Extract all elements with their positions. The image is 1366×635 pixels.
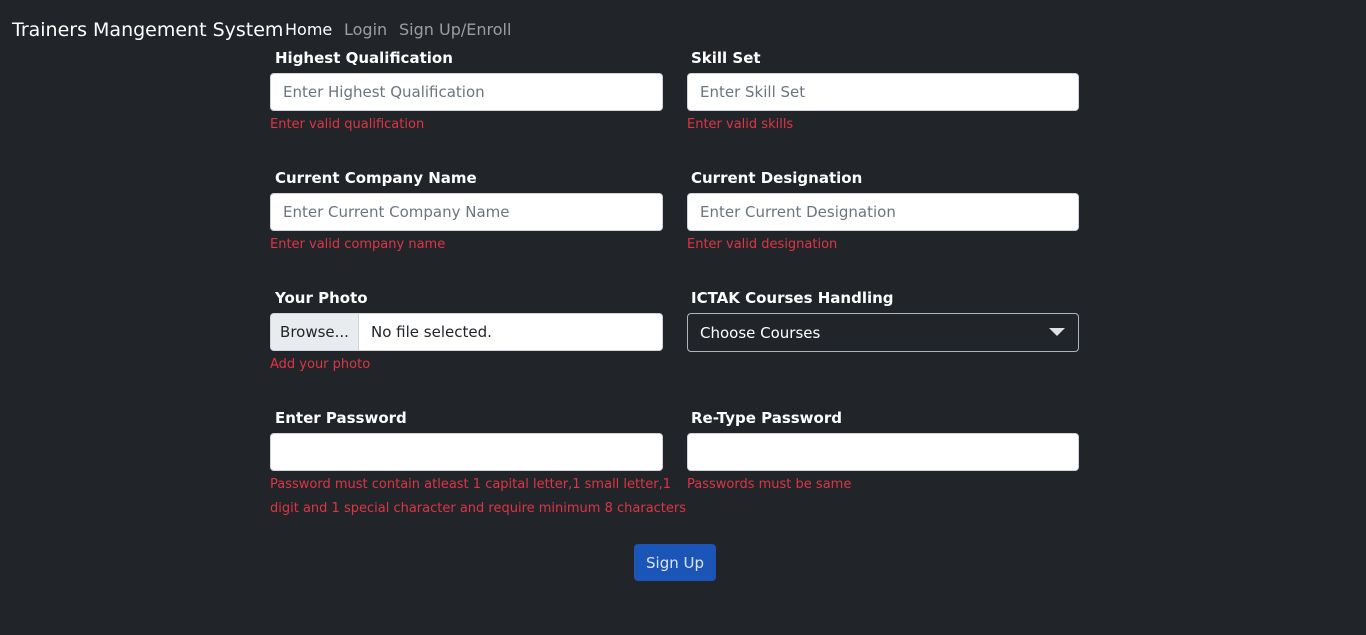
company-error: Enter valid company name bbox=[270, 237, 446, 252]
navbar-brand[interactable]: Trainers Mangement System bbox=[12, 18, 283, 42]
retype-password-label: Re-Type Password bbox=[691, 409, 842, 427]
designation-input[interactable] bbox=[687, 193, 1079, 231]
photo-error: Add your photo bbox=[270, 357, 371, 372]
designation-error: Enter valid designation bbox=[687, 237, 838, 252]
file-status: No file selected. bbox=[371, 323, 492, 341]
photo-file-input[interactable]: Browse... No file selected. bbox=[270, 313, 663, 351]
nav-link-signup[interactable]: Sign Up/Enroll bbox=[399, 20, 511, 40]
photo-label: Your Photo bbox=[275, 289, 368, 307]
chevron-down-icon bbox=[1049, 328, 1065, 336]
navbar: Trainers Mangement System Home Login Sig… bbox=[0, 0, 1366, 60]
skills-error: Enter valid skills bbox=[687, 117, 794, 132]
signup-page: Trainers Mangement System Home Login Sig… bbox=[0, 0, 1366, 635]
retype-password-input[interactable] bbox=[687, 433, 1079, 471]
designation-label: Current Designation bbox=[691, 169, 863, 187]
retype-password-error: Passwords must be same bbox=[687, 477, 852, 492]
nav-link-home[interactable]: Home bbox=[285, 20, 332, 40]
password-error-line2: digit and 1 special character and requir… bbox=[270, 501, 687, 516]
company-input[interactable] bbox=[270, 193, 663, 231]
password-label: Enter Password bbox=[275, 409, 407, 427]
qualification-error: Enter valid qualification bbox=[270, 117, 425, 132]
courses-selected-value: Choose Courses bbox=[700, 323, 821, 342]
sign-up-button[interactable]: Sign Up bbox=[634, 544, 716, 581]
skills-input[interactable] bbox=[687, 73, 1079, 111]
courses-select[interactable]: Choose Courses bbox=[687, 313, 1079, 352]
company-label: Current Company Name bbox=[275, 169, 477, 187]
nav-link-login[interactable]: Login bbox=[344, 20, 387, 40]
browse-button[interactable]: Browse... bbox=[271, 314, 359, 350]
qualification-input[interactable] bbox=[270, 73, 663, 111]
courses-label: ICTAK Courses Handling bbox=[691, 289, 894, 307]
password-error-line1: Password must contain atleast 1 capital … bbox=[270, 477, 671, 492]
password-input[interactable] bbox=[270, 433, 663, 471]
